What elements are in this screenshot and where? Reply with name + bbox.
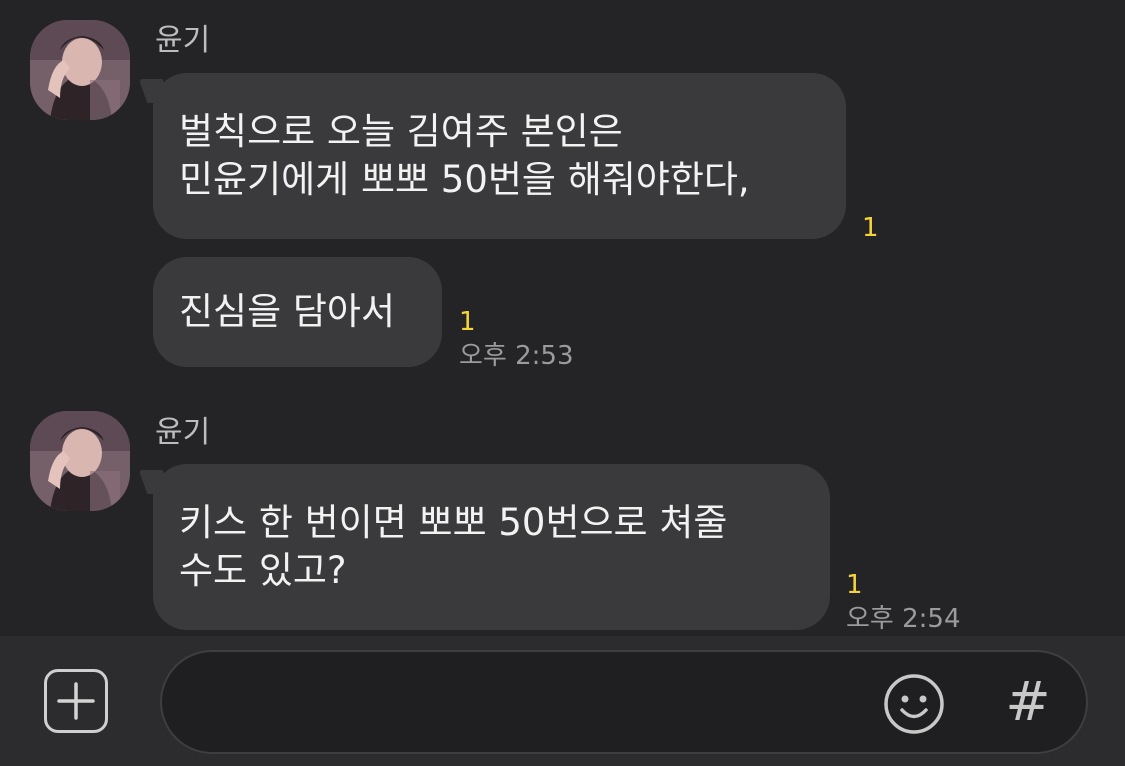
smiley-icon	[884, 674, 944, 734]
sender-name: 윤기	[155, 415, 211, 450]
unread-count: 1	[459, 307, 476, 337]
sender-name: 윤기	[155, 23, 211, 58]
message-bubble[interactable]: 진심을 담아서	[153, 257, 442, 367]
attach-button[interactable]	[44, 669, 108, 733]
message-line: 수도 있고?	[179, 549, 347, 592]
message-bubble[interactable]: 키스 한 번이면 뽀뽀 50번으로 쳐줄 수도 있고?	[153, 464, 830, 630]
avatar-image	[30, 411, 130, 511]
hashtag-button[interactable]: #	[1000, 670, 1056, 734]
message-line: 진심을 담아서	[179, 290, 396, 333]
message-timestamp: 오후 2:54	[846, 604, 961, 634]
message-line: 벌칙으로 오늘 김여주 본인은	[179, 110, 623, 153]
unread-count: 1	[846, 570, 863, 600]
message-input[interactable]	[160, 650, 1088, 754]
avatar-image	[30, 20, 130, 120]
emoji-button[interactable]	[883, 673, 945, 735]
avatar[interactable]	[30, 411, 130, 511]
input-bar: #	[0, 636, 1125, 766]
message-line: 민윤기에게 뽀뽀 50번을 해줘야한다,	[179, 158, 750, 201]
chat-area: 윤기 벌칙으로 오늘 김여주 본인은 민윤기에게 뽀뽀 50번을 해줘야한다, …	[0, 0, 1125, 636]
message-bubble[interactable]: 벌칙으로 오늘 김여주 본인은 민윤기에게 뽀뽀 50번을 해줘야한다,	[153, 73, 846, 239]
avatar[interactable]	[30, 20, 130, 120]
message-timestamp: 오후 2:53	[459, 341, 574, 371]
plus-square-icon	[57, 682, 95, 720]
unread-count: 1	[862, 213, 879, 243]
message-line: 키스 한 번이면 뽀뽀 50번으로 쳐줄	[179, 501, 728, 544]
